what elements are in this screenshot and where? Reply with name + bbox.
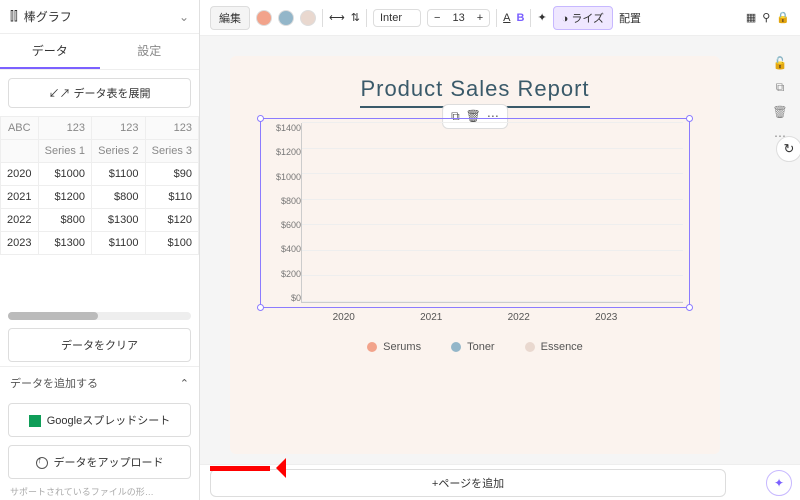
- transparency-icon[interactable]: ▦: [746, 11, 756, 24]
- sidebar: ⫿⫿ 棒グラフ ⌄ データ 設定 ↙↗ データ表を展開 ABC123123123…: [0, 0, 200, 500]
- table-row[interactable]: 2020$1000$1100$90: [1, 163, 199, 186]
- refresh-button[interactable]: ↻: [776, 136, 800, 162]
- add-data-section[interactable]: データを追加する⌃: [0, 366, 199, 399]
- table-row[interactable]: 2023$1300$1100$100: [1, 232, 199, 255]
- trash-page-icon[interactable]: 🗑: [772, 105, 787, 119]
- upload-icon: [36, 457, 48, 469]
- top-toolbar: 編集 ⟷ ⇅ Inter −13+ A B ✦ ◑ ライズ 配置 ▦ ⚲ 🔒: [200, 0, 800, 36]
- font-size-stepper[interactable]: −13+: [427, 9, 490, 27]
- color-swatch-1[interactable]: [256, 10, 272, 26]
- lock-page-icon[interactable]: 🔓: [773, 56, 788, 70]
- lock-icon[interactable]: 🔒: [776, 11, 790, 24]
- canvas[interactable]: Product Sales Report ⧉ 🗑 ⋯ $1400$1200$10…: [230, 56, 720, 454]
- col-type-row: ABC123123123: [1, 117, 199, 140]
- chart-type-selector[interactable]: ⫿⫿ 棒グラフ ⌄: [0, 0, 199, 34]
- table-row[interactable]: 2022$800$1300$120: [1, 209, 199, 232]
- upload-data-button[interactable]: データをアップロード: [8, 445, 191, 479]
- annotation-arrow: [210, 458, 286, 478]
- edit-button[interactable]: 編集: [210, 6, 250, 30]
- bold-button[interactable]: B: [516, 12, 524, 24]
- x-axis: 2020202120222023: [260, 308, 690, 323]
- tab-data[interactable]: データ: [0, 34, 100, 69]
- add-page-button[interactable]: +ページを追加: [210, 469, 726, 497]
- table-scrollbar[interactable]: [8, 312, 191, 320]
- resize-button[interactable]: ◑ ライズ: [553, 6, 613, 30]
- ai-sparkle-button[interactable]: ✦: [766, 470, 792, 496]
- color-swatch-3[interactable]: [300, 10, 316, 26]
- main: 編集 ⟷ ⇅ Inter −13+ A B ✦ ◑ ライズ 配置 ▦ ⚲ 🔒 P…: [200, 0, 800, 500]
- spacing-icon[interactable]: ⟷: [329, 11, 345, 24]
- header-row: Series 1Series 2Series 3: [1, 140, 199, 163]
- font-select[interactable]: Inter: [373, 9, 421, 27]
- canvas-area: Product Sales Report ⧉ 🗑 ⋯ $1400$1200$10…: [200, 36, 800, 464]
- sidebar-tabs: データ 設定: [0, 34, 199, 70]
- copy-page-icon[interactable]: ⧉: [776, 80, 785, 95]
- table-row[interactable]: 2021$1200$800$110: [1, 186, 199, 209]
- magic-icon[interactable]: ✦: [537, 11, 546, 24]
- chart-selection[interactable]: $1400$1200$1000$800$600$400$200$0: [260, 118, 690, 308]
- google-sheets-icon: [29, 415, 41, 427]
- bar-chart-icon: ⫿⫿: [10, 9, 18, 24]
- footer: +ページを追加 ✦: [200, 464, 800, 500]
- footnote: サポートされているファイルの形…: [0, 483, 199, 500]
- clear-data-button[interactable]: データをクリア: [8, 328, 191, 362]
- google-sheets-button[interactable]: Googleスプレッドシート: [8, 403, 191, 437]
- chevron-down-icon: ⌄: [179, 10, 189, 24]
- text-color-button[interactable]: A: [503, 12, 510, 24]
- chevron-up-icon: ⌃: [180, 377, 189, 390]
- expand-table-button[interactable]: ↙↗ データ表を展開: [8, 78, 191, 108]
- tab-settings[interactable]: 設定: [100, 34, 200, 69]
- flip-icon[interactable]: ⇅: [351, 11, 360, 24]
- chart-type-label: 棒グラフ: [24, 8, 72, 25]
- chart-plot: [301, 123, 683, 303]
- link-icon[interactable]: ⚲: [762, 11, 770, 24]
- y-axis: $1400$1200$1000$800$600$400$200$0: [261, 119, 301, 307]
- color-swatch-2[interactable]: [278, 10, 294, 26]
- align-button[interactable]: 配置: [619, 10, 641, 26]
- data-table[interactable]: ABC123123123 Series 1Series 2Series 3 20…: [0, 116, 199, 255]
- chart-legend: SerumsTonerEssence: [260, 341, 690, 353]
- canvas-side-icons: 🔓 ⧉ 🗑 ⋯: [760, 36, 800, 464]
